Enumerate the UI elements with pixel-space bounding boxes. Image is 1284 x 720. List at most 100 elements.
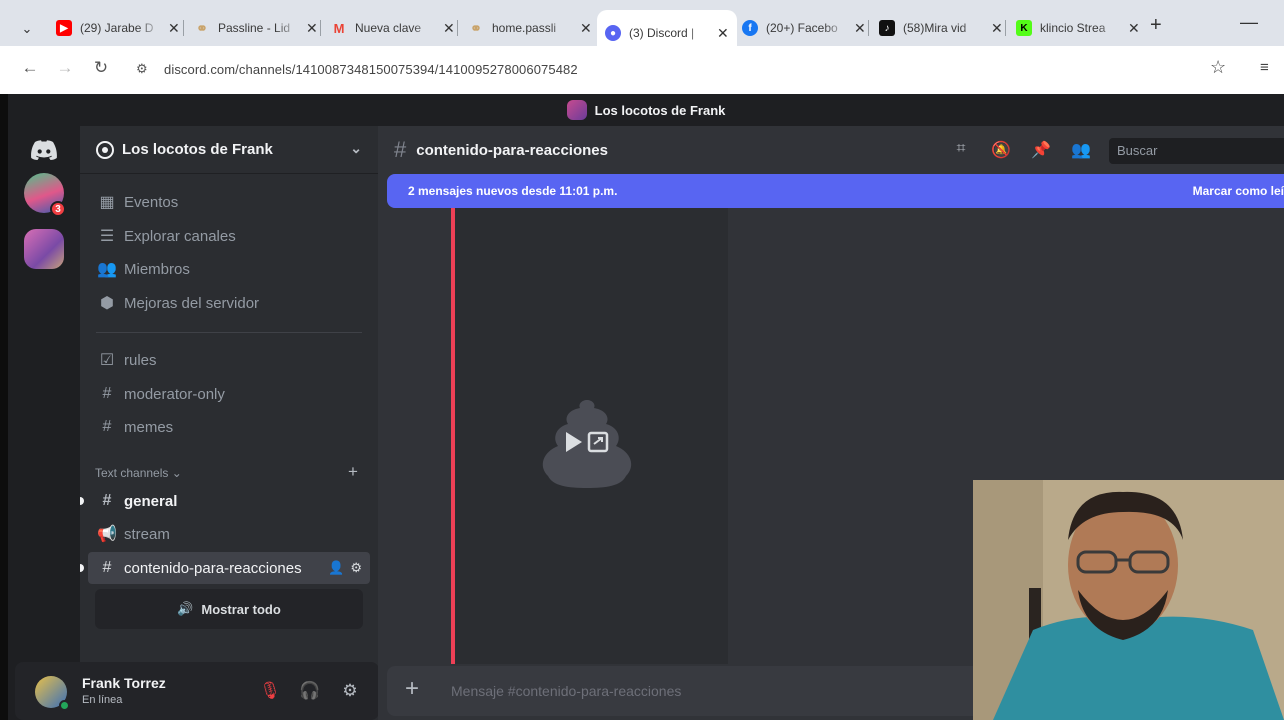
channel-rules[interactable]: ☑ rules [88,344,370,376]
threads-icon[interactable]: ⌗ [950,140,972,158]
channel-contenido-para-reacciones[interactable]: # contenido-para-reacciones 👤 ⚙ [88,552,370,584]
member-list-icon[interactable]: 👥 [1070,140,1092,160]
channel-memes[interactable]: # memes [88,411,370,443]
unread-indicator [80,497,84,505]
hash-icon: # [102,559,112,576]
video-placeholder-icon[interactable] [536,394,638,494]
window-edge [0,94,8,720]
link-icon: ⚭ [470,19,482,36]
kick-icon: K [1016,20,1032,36]
category-text-channels[interactable]: Text channels ⌄ [95,466,182,480]
forward-button[interactable]: → [53,58,77,78]
discord-tab-icon: ● [605,25,621,41]
nav-item-events[interactable]: ▦ Eventos [88,186,370,218]
server-header[interactable]: Los locotos de Frank ⌄ [80,126,378,174]
tab-title: (3) Discord | [629,26,695,40]
headphones-icon[interactable]: 🎧 [299,680,321,702]
tiktok-icon: ♪ [879,20,895,36]
tab-title: Nueva clave [355,21,422,35]
close-tab-icon[interactable]: ✕ [991,20,1003,37]
reload-button[interactable]: ↻ [89,58,113,78]
nav-item-label: Miembros [124,260,190,278]
server-icon-los-locotos[interactable] [24,229,64,269]
close-tab-icon[interactable]: ✕ [580,20,592,37]
hash-icon: # [102,385,112,402]
new-message-divider [451,208,455,664]
calendar-icon: ▦ [99,194,115,211]
channel-actions: 👤 ⚙ [328,560,362,576]
notification-badge: 3 [50,201,66,217]
tab-search-button[interactable]: ⌄ [10,12,44,46]
nav-item-server-boost[interactable]: ⬢ Mejoras del servidor [88,287,370,319]
new-messages-text: 2 mensajes nuevos desde 11:01 p.m. [408,184,618,198]
browser-tab-gmail[interactable]: M Nueva clave ✕ [323,12,463,44]
channel-moderator-only[interactable]: # moderator-only [88,378,370,410]
channel-title: contenido-para-reacciones [416,141,608,159]
user-settings-gear-icon[interactable]: ⚙ [339,680,361,702]
tab-separator [320,20,321,36]
attach-plus-icon[interactable]: + [405,675,419,703]
channel-label: general [124,492,178,510]
new-tab-button[interactable]: + [1150,14,1162,37]
username[interactable]: Frank Torrez [82,675,166,691]
media-controls-icon[interactable]: ≡ [1260,59,1269,76]
browser-tab-youtube[interactable]: ▶ (29) Jarabe D ✕ [48,12,188,44]
close-tab-icon[interactable]: ✕ [717,25,729,42]
facebook-icon: f [742,20,758,36]
server-guide-icon [96,140,114,159]
gmail-icon: M [333,20,345,36]
browser-tab-facebook[interactable]: f (20+) Facebo ✕ [734,12,874,44]
discord-home-button[interactable] [24,130,64,170]
new-messages-bar[interactable]: 2 mensajes nuevos desde 11:01 p.m. Marca… [387,174,1284,208]
gear-icon[interactable]: ⚙ [350,560,362,576]
boost-icon: ⬢ [100,295,114,312]
nav-item-members[interactable]: 👥 Miembros [88,253,370,285]
create-channel-button[interactable]: + [348,462,358,482]
tab-separator [1005,20,1006,36]
browser-tab-tiktok[interactable]: ♪ (58)Mira vid ✕ [871,12,1011,44]
category-label: Text channels [95,466,169,480]
online-status-dot [59,700,70,711]
rules-icon: ☑ [99,352,115,369]
browser-tab-kick[interactable]: K klincio Strea ✕ [1008,12,1148,44]
tab-separator [457,20,458,36]
close-tab-icon[interactable]: ✕ [168,20,180,37]
nav-item-label: Explorar canales [124,227,236,245]
browser-tab-passline[interactable]: ⚭ Passline - Lid ✕ [186,12,326,44]
server-rail: 3 [8,126,80,720]
address-bar[interactable]: discord.com/channels/1410087348150075394… [164,62,578,77]
back-button[interactable]: ← [18,58,42,78]
chevron-down-icon[interactable]: ⌄ [350,140,362,157]
channel-stream[interactable]: 📢 stream [88,518,370,550]
close-tab-icon[interactable]: ✕ [854,20,866,37]
mute-microphone-icon[interactable]: 🎙 [259,680,281,702]
mark-as-read-button[interactable]: Marcar como leí [1193,184,1284,198]
invite-icon[interactable]: 👤 [328,560,344,576]
tab-title: home.passli [492,21,557,35]
user-status: En línea [82,694,123,706]
close-tab-icon[interactable]: ✕ [306,20,318,37]
browser-tab-passline-home[interactable]: ⚭ home.passli ✕ [460,12,600,44]
close-tab-icon[interactable]: ✕ [1128,20,1140,37]
close-tab-icon[interactable]: ✕ [443,20,455,37]
channel-label: moderator-only [124,385,225,403]
channel-label: stream [124,525,170,543]
speaker-icon: 🔊 [177,601,194,616]
notification-muted-icon[interactable]: 🔕 [990,140,1012,160]
pin-icon[interactable]: 📌 [1030,140,1052,160]
discord-title-bar: Los locotos de Frank [8,94,1284,126]
bookmark-star-icon[interactable]: ☆ [1210,57,1226,78]
site-settings-icon[interactable]: ⚙ [136,61,148,77]
tab-separator [183,20,184,36]
channel-general[interactable]: # general [88,485,370,517]
nav-item-label: Eventos [124,193,179,211]
hash-icon: # [394,137,407,162]
tab-title: (58)Mira vid [903,21,967,35]
show-all-button[interactable]: 🔊 Mostrar todo [95,589,363,629]
message-input[interactable]: Mensaje #contenido-para-reacciones [451,683,681,699]
hash-icon: # [102,492,112,509]
nav-item-browse-channels[interactable]: ☰ Explorar canales [88,220,370,252]
minimize-window-button[interactable]: — [1240,12,1258,33]
server-name: Los locotos de Frank [122,141,273,158]
search-input[interactable]: Buscar [1109,138,1284,164]
